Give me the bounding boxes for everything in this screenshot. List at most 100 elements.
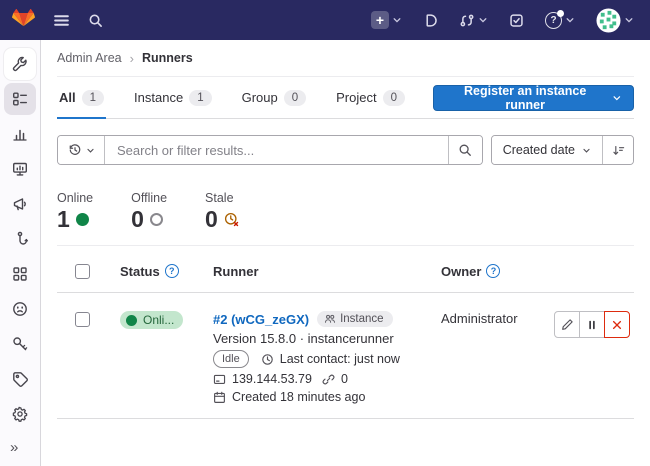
gitlab-logo[interactable] (10, 7, 37, 33)
runner-ip: 139.144.53.79 (232, 372, 312, 386)
admin-runners-page: + ? (0, 0, 650, 466)
delete-runner-button[interactable] (604, 311, 630, 338)
history-clock-icon (68, 143, 82, 157)
breadcrumb-admin-area[interactable]: Admin Area (57, 51, 122, 65)
settings-gear-icon (12, 406, 28, 422)
pause-icon (586, 319, 598, 331)
sidebar-collapse-button[interactable]: » (10, 439, 18, 456)
tab-instance[interactable]: Instance 1 (132, 77, 214, 118)
merge-requests-icon[interactable] (457, 11, 490, 30)
sidebar-item-applications[interactable] (4, 258, 36, 290)
runner-version: Version 15.8.0 · instancerunner (213, 331, 441, 346)
frown-face-icon (12, 301, 28, 317)
chevron-down-icon (478, 15, 488, 25)
search-icon (458, 143, 472, 157)
todos-icon[interactable] (507, 11, 526, 30)
tab-project[interactable]: Project 0 (334, 77, 407, 118)
sort-direction-button[interactable] (602, 136, 633, 164)
online-status-icon (76, 213, 89, 226)
select-all-checkbox[interactable] (75, 264, 90, 279)
status-help-icon[interactable]: ? (165, 264, 179, 278)
chevron-down-icon (392, 15, 402, 25)
online-dot-icon (126, 315, 137, 326)
host-icon (213, 373, 226, 386)
register-instance-runner-button[interactable]: Register an instance runner (433, 85, 634, 111)
tab-all[interactable]: All 1 (57, 77, 106, 118)
sidebar-item-labels[interactable] (4, 363, 36, 395)
new-menu-button[interactable]: + (369, 9, 404, 31)
search-icon[interactable] (86, 11, 105, 30)
bar-chart-icon (12, 126, 28, 142)
sidebar-item-analytics[interactable] (4, 118, 36, 150)
sidebar-item-monitoring[interactable] (4, 153, 36, 185)
admin-sidebar: » (0, 40, 41, 466)
breadcrumb-current: Runners (142, 51, 193, 65)
search-submit-button[interactable] (448, 136, 482, 164)
tab-project-count: 0 (383, 90, 405, 106)
runner-actions (554, 311, 634, 338)
overview-list-icon (12, 91, 28, 107)
breadcrumb: Admin Area › Runners (57, 40, 634, 77)
table-header: Status ? Runner Owner ? (57, 246, 634, 293)
main-content: Admin Area › Runners All 1 Instance 1 (41, 40, 650, 466)
search-history-button[interactable] (58, 136, 105, 164)
calendar-icon (213, 391, 226, 404)
edit-runner-button[interactable] (554, 311, 580, 338)
sidebar-item-admin[interactable] (4, 48, 36, 80)
wrench-icon (12, 56, 28, 72)
status-badge: Onli... (120, 311, 183, 329)
applications-grid-icon (12, 266, 28, 282)
stale-clock-icon (224, 212, 239, 227)
sidebar-item-messages[interactable] (4, 188, 36, 220)
sort-by-dropdown[interactable]: Created date (492, 136, 602, 164)
sidebar-item-hooks[interactable] (4, 223, 36, 255)
issues-icon[interactable] (421, 11, 440, 30)
stat-online: Online 1 (57, 191, 93, 231)
chevron-down-icon (565, 15, 575, 25)
top-navbar: + ? (0, 0, 650, 40)
idle-badge: Idle (213, 350, 249, 368)
offline-status-icon (150, 213, 163, 226)
owner-help-icon[interactable]: ? (486, 264, 500, 278)
tab-group-count: 0 (284, 90, 306, 106)
chevron-down-icon (612, 93, 622, 103)
filter-bar: Created date (57, 135, 634, 165)
user-avatar[interactable] (594, 6, 636, 35)
link-icon (322, 373, 335, 386)
avatar-identicon (596, 8, 621, 33)
bullhorn-icon (12, 196, 28, 212)
pause-runner-button[interactable] (579, 311, 605, 338)
monitor-icon (12, 161, 28, 177)
row-checkbox[interactable] (75, 312, 90, 327)
sidebar-item-abuse-reports[interactable] (4, 293, 36, 325)
help-menu-button[interactable]: ? (543, 10, 577, 31)
runner-column-header: Runner (213, 264, 441, 279)
sidebar-item-settings[interactable] (4, 398, 36, 430)
sidebar-item-overview[interactable] (4, 83, 36, 115)
users-icon (324, 313, 336, 325)
runner-link[interactable]: #2 (wCG_zeGX) (213, 312, 309, 327)
hamburger-menu-icon[interactable] (51, 10, 72, 31)
tab-instance-count: 1 (189, 90, 211, 106)
runner-table-row: Onli... #2 (wCG_zeGX) Instance Version 1… (57, 293, 634, 419)
status-column-header: Status ? (120, 264, 213, 279)
filtered-search (57, 135, 483, 165)
label-tag-icon (12, 371, 28, 387)
key-icon (12, 336, 28, 352)
tab-all-count: 1 (82, 90, 104, 106)
chevron-down-icon (86, 146, 95, 155)
runner-stats: Online 1 Offline 0 Stale 0 (57, 191, 634, 246)
pencil-icon (561, 318, 574, 331)
search-input[interactable] (105, 136, 448, 164)
tab-group[interactable]: Group 0 (240, 77, 309, 118)
owner-link[interactable]: Administrator (441, 311, 518, 326)
close-x-icon (611, 319, 623, 331)
double-chevron-right-icon: » (10, 439, 18, 456)
sort-descending-icon (612, 144, 625, 157)
runner-created: Created 18 minutes ago (232, 390, 365, 404)
sort-control: Created date (491, 135, 634, 165)
sidebar-item-deploy-keys[interactable] (4, 328, 36, 360)
tanuki-icon (12, 9, 35, 31)
hook-icon (12, 231, 28, 247)
runner-type-badge: Instance (317, 311, 392, 327)
